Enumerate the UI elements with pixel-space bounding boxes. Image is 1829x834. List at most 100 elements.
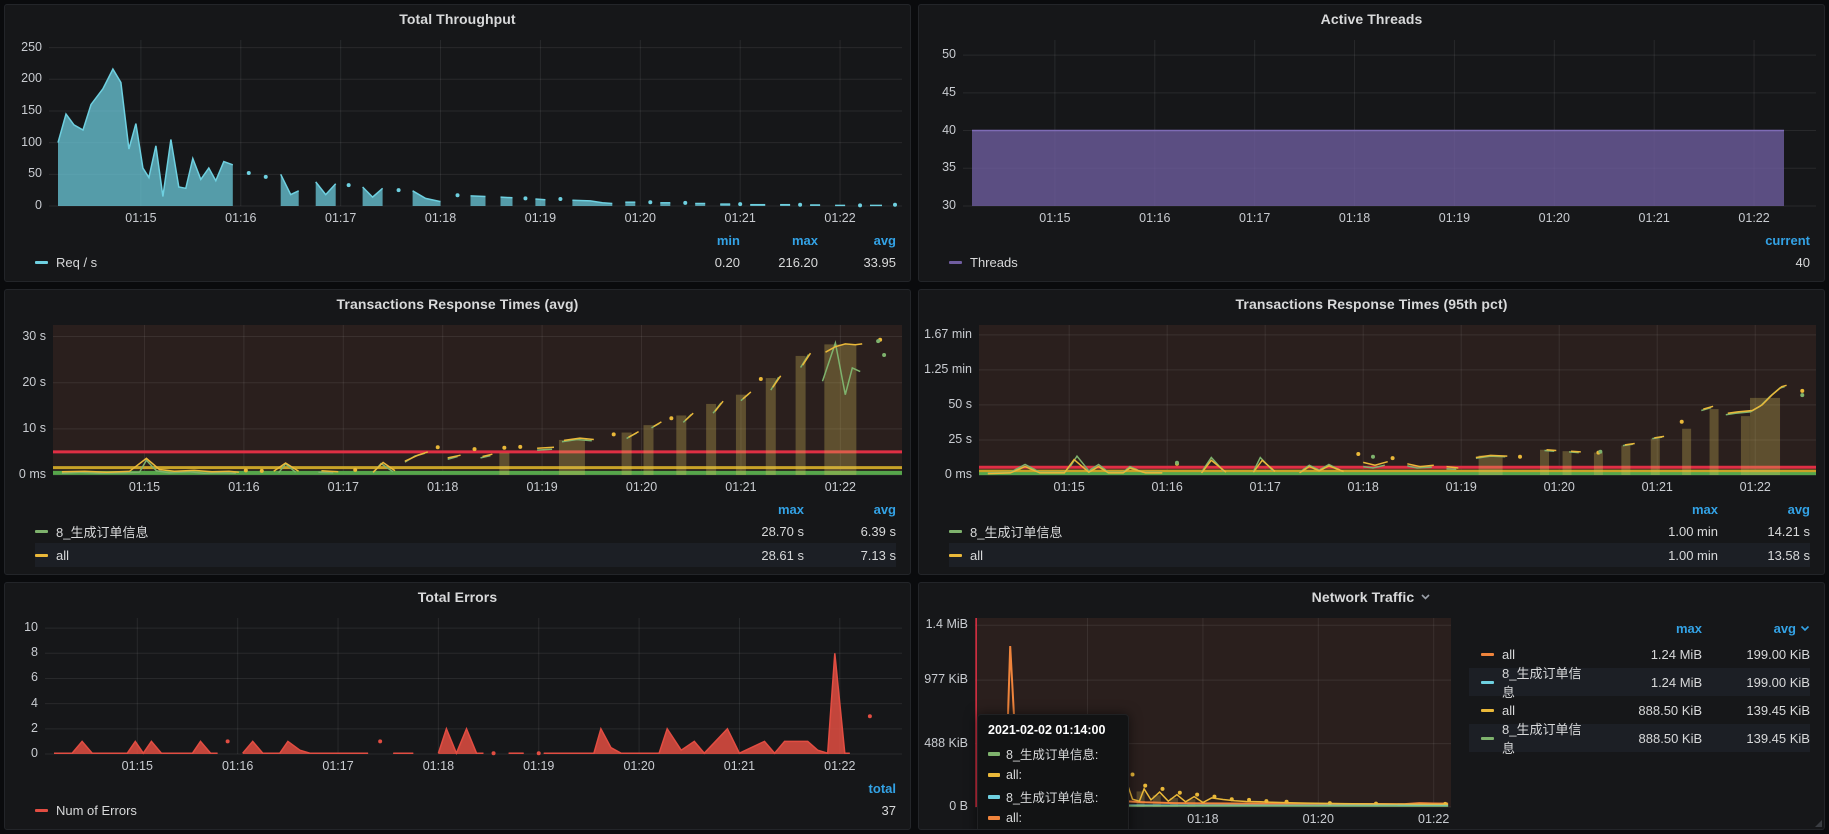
sort-desc-icon <box>1800 623 1810 633</box>
legend-row: 8_生成订单信息 888.50 KiB 139.45 KiB <box>1469 724 1810 752</box>
panel-title-text: Total Errors <box>418 589 498 605</box>
x-axis-tick: 01:16 <box>1137 480 1197 494</box>
legend-header-total[interactable]: total <box>818 781 896 796</box>
x-axis-tick: 01:15 <box>107 759 167 773</box>
legend-header-max[interactable]: max <box>1594 621 1702 636</box>
y-axis-tick: 10 s <box>5 421 46 435</box>
series-name[interactable]: 8_生成订单信息 <box>970 522 1062 541</box>
series-color-dash[interactable] <box>1481 737 1494 740</box>
panel-title-text: Total Throughput <box>399 11 515 27</box>
stat-max: 1.24 MiB <box>1594 675 1702 690</box>
series-color-dash[interactable] <box>949 261 962 264</box>
legend-header-min[interactable]: min <box>662 233 740 248</box>
x-axis-tick: 01:22 <box>810 480 870 494</box>
x-axis-tick: 01:18 <box>411 211 471 225</box>
x-axis-tick: 01:21 <box>709 759 769 773</box>
x-axis-tick: 01:20 <box>609 759 669 773</box>
y-axis-tick: 6 <box>5 670 38 684</box>
series-color-dash[interactable] <box>1481 653 1494 656</box>
x-axis-tick: 01:20 <box>1288 812 1348 826</box>
grafana-dashboard: Total Throughput 05010015020025001:1501:… <box>0 0 1829 834</box>
panel-title-response-avg[interactable]: Transactions Response Times (avg) <box>5 290 910 317</box>
legend-header-max[interactable]: max <box>712 502 804 517</box>
series-name[interactable]: Num of Errors <box>56 803 137 818</box>
series-color-dash[interactable] <box>35 554 48 557</box>
series-color-dash[interactable] <box>949 530 962 533</box>
x-axis-tick: 01:19 <box>509 759 569 773</box>
y-axis-tick: 50 s <box>919 397 972 411</box>
panel-title-active-threads[interactable]: Active Threads <box>919 5 1824 32</box>
series-color-dash <box>988 773 1000 777</box>
series-name[interactable]: 8_生成订单信息 <box>1502 719 1594 757</box>
y-axis-tick: 0 <box>5 198 42 212</box>
panel-title-network-traffic[interactable]: Network Traffic <box>919 583 1824 610</box>
stat-max: 216.20 <box>740 255 818 270</box>
legend-row: 8_生成订单信息 1.00 min 14.21 s <box>949 519 1810 543</box>
errors-chart[interactable]: 024681001:1501:1601:1701:1801:1901:2001:… <box>5 610 910 776</box>
series-name[interactable]: all <box>1502 647 1515 662</box>
stat-max: 888.50 KiB <box>1594 703 1702 718</box>
y-axis-tick: 200 <box>5 71 42 85</box>
legend-header-avg[interactable]: avg <box>818 233 896 248</box>
series-color-dash[interactable] <box>1481 681 1494 684</box>
y-axis-tick: 1.67 min <box>919 327 972 341</box>
series-color-dash[interactable] <box>1481 709 1494 712</box>
stat-avg: 139.45 KiB <box>1702 703 1810 718</box>
legend-header-max[interactable]: max <box>740 233 818 248</box>
legend-header-current[interactable]: current <box>1732 233 1810 248</box>
panel-title-response-95pct[interactable]: Transactions Response Times (95th pct) <box>919 290 1824 317</box>
x-axis-tick: 01:19 <box>512 480 572 494</box>
panel-total-throughput: Total Throughput 05010015020025001:1501:… <box>4 4 911 282</box>
x-axis-tick: 01:16 <box>1125 211 1185 225</box>
series-name[interactable]: Req / s <box>56 255 97 270</box>
x-axis-tick: 01:20 <box>1529 480 1589 494</box>
x-axis-tick: 01:17 <box>1235 480 1295 494</box>
x-axis-tick: 01:21 <box>1624 211 1684 225</box>
panel-total-errors: Total Errors 024681001:1501:1601:1701:18… <box>4 582 911 830</box>
y-axis-tick: 1.25 min <box>919 362 972 376</box>
series-name[interactable]: 8_生成订单信息 <box>56 522 148 541</box>
x-axis-tick: 01:17 <box>311 211 371 225</box>
series-name[interactable]: all <box>1502 703 1515 718</box>
panel-title-total-errors[interactable]: Total Errors <box>5 583 910 610</box>
y-axis-tick: 35 <box>919 160 956 174</box>
network-traffic-legend: max avg all 1.24 MiB 199.00 KiB 8_生成订单信息… <box>1459 610 1824 829</box>
threads-chart[interactable]: 303540455001:1501:1601:1701:1801:1901:20… <box>919 32 1824 228</box>
series-color-dash[interactable] <box>949 554 962 557</box>
series-name[interactable]: 8_生成订单信息 <box>1502 663 1594 701</box>
legend-header-avg[interactable]: avg <box>1702 621 1810 636</box>
panel-title-total-throughput[interactable]: Total Throughput <box>5 5 910 32</box>
tooltip-timestamp: 2021-02-02 01:14:00 <box>988 723 1118 737</box>
response-95pct-chart[interactable]: 0 ms25 s50 s1.25 min1.67 min01:1501:1601… <box>919 317 1824 497</box>
legend-header-avg[interactable]: avg <box>1718 502 1810 517</box>
y-axis-tick: 0 ms <box>919 467 972 481</box>
series-color-dash[interactable] <box>35 530 48 533</box>
series-color-dash <box>988 752 1000 756</box>
series-name[interactable]: Threads <box>970 255 1018 270</box>
series-color-dash <box>988 795 1000 799</box>
series-name[interactable]: all <box>56 548 69 563</box>
y-axis-tick: 30 s <box>5 329 46 343</box>
legend-header-avg[interactable]: avg <box>804 502 896 517</box>
y-axis-tick: 20 s <box>5 375 46 389</box>
x-axis-tick: 01:21 <box>711 480 771 494</box>
y-axis-tick: 40 <box>919 123 956 137</box>
legend-row: Req / s 0.20 216.20 33.95 <box>35 250 896 274</box>
stat-avg: 199.00 KiB <box>1702 675 1810 690</box>
legend-header-max[interactable]: max <box>1626 502 1718 517</box>
x-axis-tick: 01:20 <box>612 480 672 494</box>
stat-avg: 6.39 s <box>804 524 896 539</box>
response-avg-chart[interactable]: 0 ms10 s20 s30 s01:1501:1601:1701:1801:1… <box>5 317 910 497</box>
series-color-dash[interactable] <box>35 261 48 264</box>
series-name[interactable]: all <box>970 548 983 563</box>
x-axis-tick: 01:22 <box>1404 812 1464 826</box>
series-color-dash[interactable] <box>35 809 48 812</box>
stat-avg: 139.45 KiB <box>1702 731 1810 746</box>
y-axis-tick: 977 KiB <box>919 672 968 686</box>
stat-avg: 33.95 <box>818 255 896 270</box>
throughput-chart[interactable]: 05010015020025001:1501:1601:1701:1801:19… <box>5 32 910 228</box>
y-axis-tick: 50 <box>919 47 956 61</box>
panel-resize-handle[interactable] <box>1815 820 1822 827</box>
x-axis-tick: 01:19 <box>510 211 570 225</box>
y-axis-tick: 250 <box>5 40 42 54</box>
